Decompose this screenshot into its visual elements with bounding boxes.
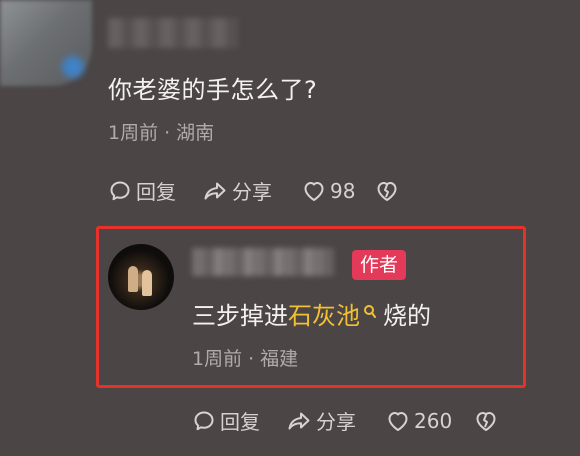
speech-bubble-icon [110,181,130,200]
avatar-figure-right [142,270,152,296]
heart-icon [388,411,408,431]
speech-bubble-icon [194,411,214,430]
meta-separator: · [248,348,255,370]
comment-like-count: 98 [330,178,356,203]
meta-separator: · [164,122,171,144]
heart-icon [304,181,324,201]
comment-meta: 1周前 · 湖南 [108,118,214,145]
reply-share-button[interactable]: 分享 [286,406,356,435]
comment-text: 你老婆的手怎么了? [108,76,318,104]
comment-dislike-button[interactable] [375,180,399,202]
comment-reply-label: 回复 [136,180,176,204]
comment-share-button[interactable]: 分享 [202,176,272,205]
commenter-avatar[interactable] [0,0,92,86]
reply-like-count: 260 [414,408,453,433]
reply-text: 三步掉进 石灰池 烧的 [192,296,431,331]
commenter-name-blurred [108,18,238,48]
comment-actions: 回复 分享 98 [108,176,399,205]
reply-time: 1周前 [192,348,243,370]
reply-reply-label: 回复 [220,410,260,434]
avatar-blur-spot [62,56,84,78]
reply-reply-button[interactable]: 回复 [192,406,260,435]
reply-location: 福建 [260,348,299,370]
comment-location: 湖南 [176,122,215,144]
share-arrow-icon [204,182,226,199]
comment-time: 1周前 [108,122,159,144]
reply-like-button[interactable]: 260 [386,409,452,433]
reply-keyword-link[interactable]: 石灰池 [288,296,360,331]
reply-dislike-button[interactable] [474,410,498,432]
reply-text-suffix: 烧的 [383,302,431,330]
broken-heart-icon [476,411,496,431]
reply-share-label: 分享 [316,410,356,434]
comment-like-button[interactable]: 98 [302,179,355,203]
comment-reply-button[interactable]: 回复 [108,176,176,205]
comment-share-label: 分享 [232,180,272,204]
avatar-figure-left [128,266,138,292]
author-name-blurred [192,248,334,276]
author-badge: 作者 [352,250,407,280]
reply-text-prefix: 三步掉进 [192,302,288,330]
share-arrow-icon [288,412,310,429]
broken-heart-icon [377,181,397,201]
search-icon[interactable] [363,300,377,328]
reply-meta: 1周前 · 福建 [192,344,298,371]
reply-actions: 回复 分享 260 [192,406,498,435]
author-avatar[interactable] [108,244,174,310]
